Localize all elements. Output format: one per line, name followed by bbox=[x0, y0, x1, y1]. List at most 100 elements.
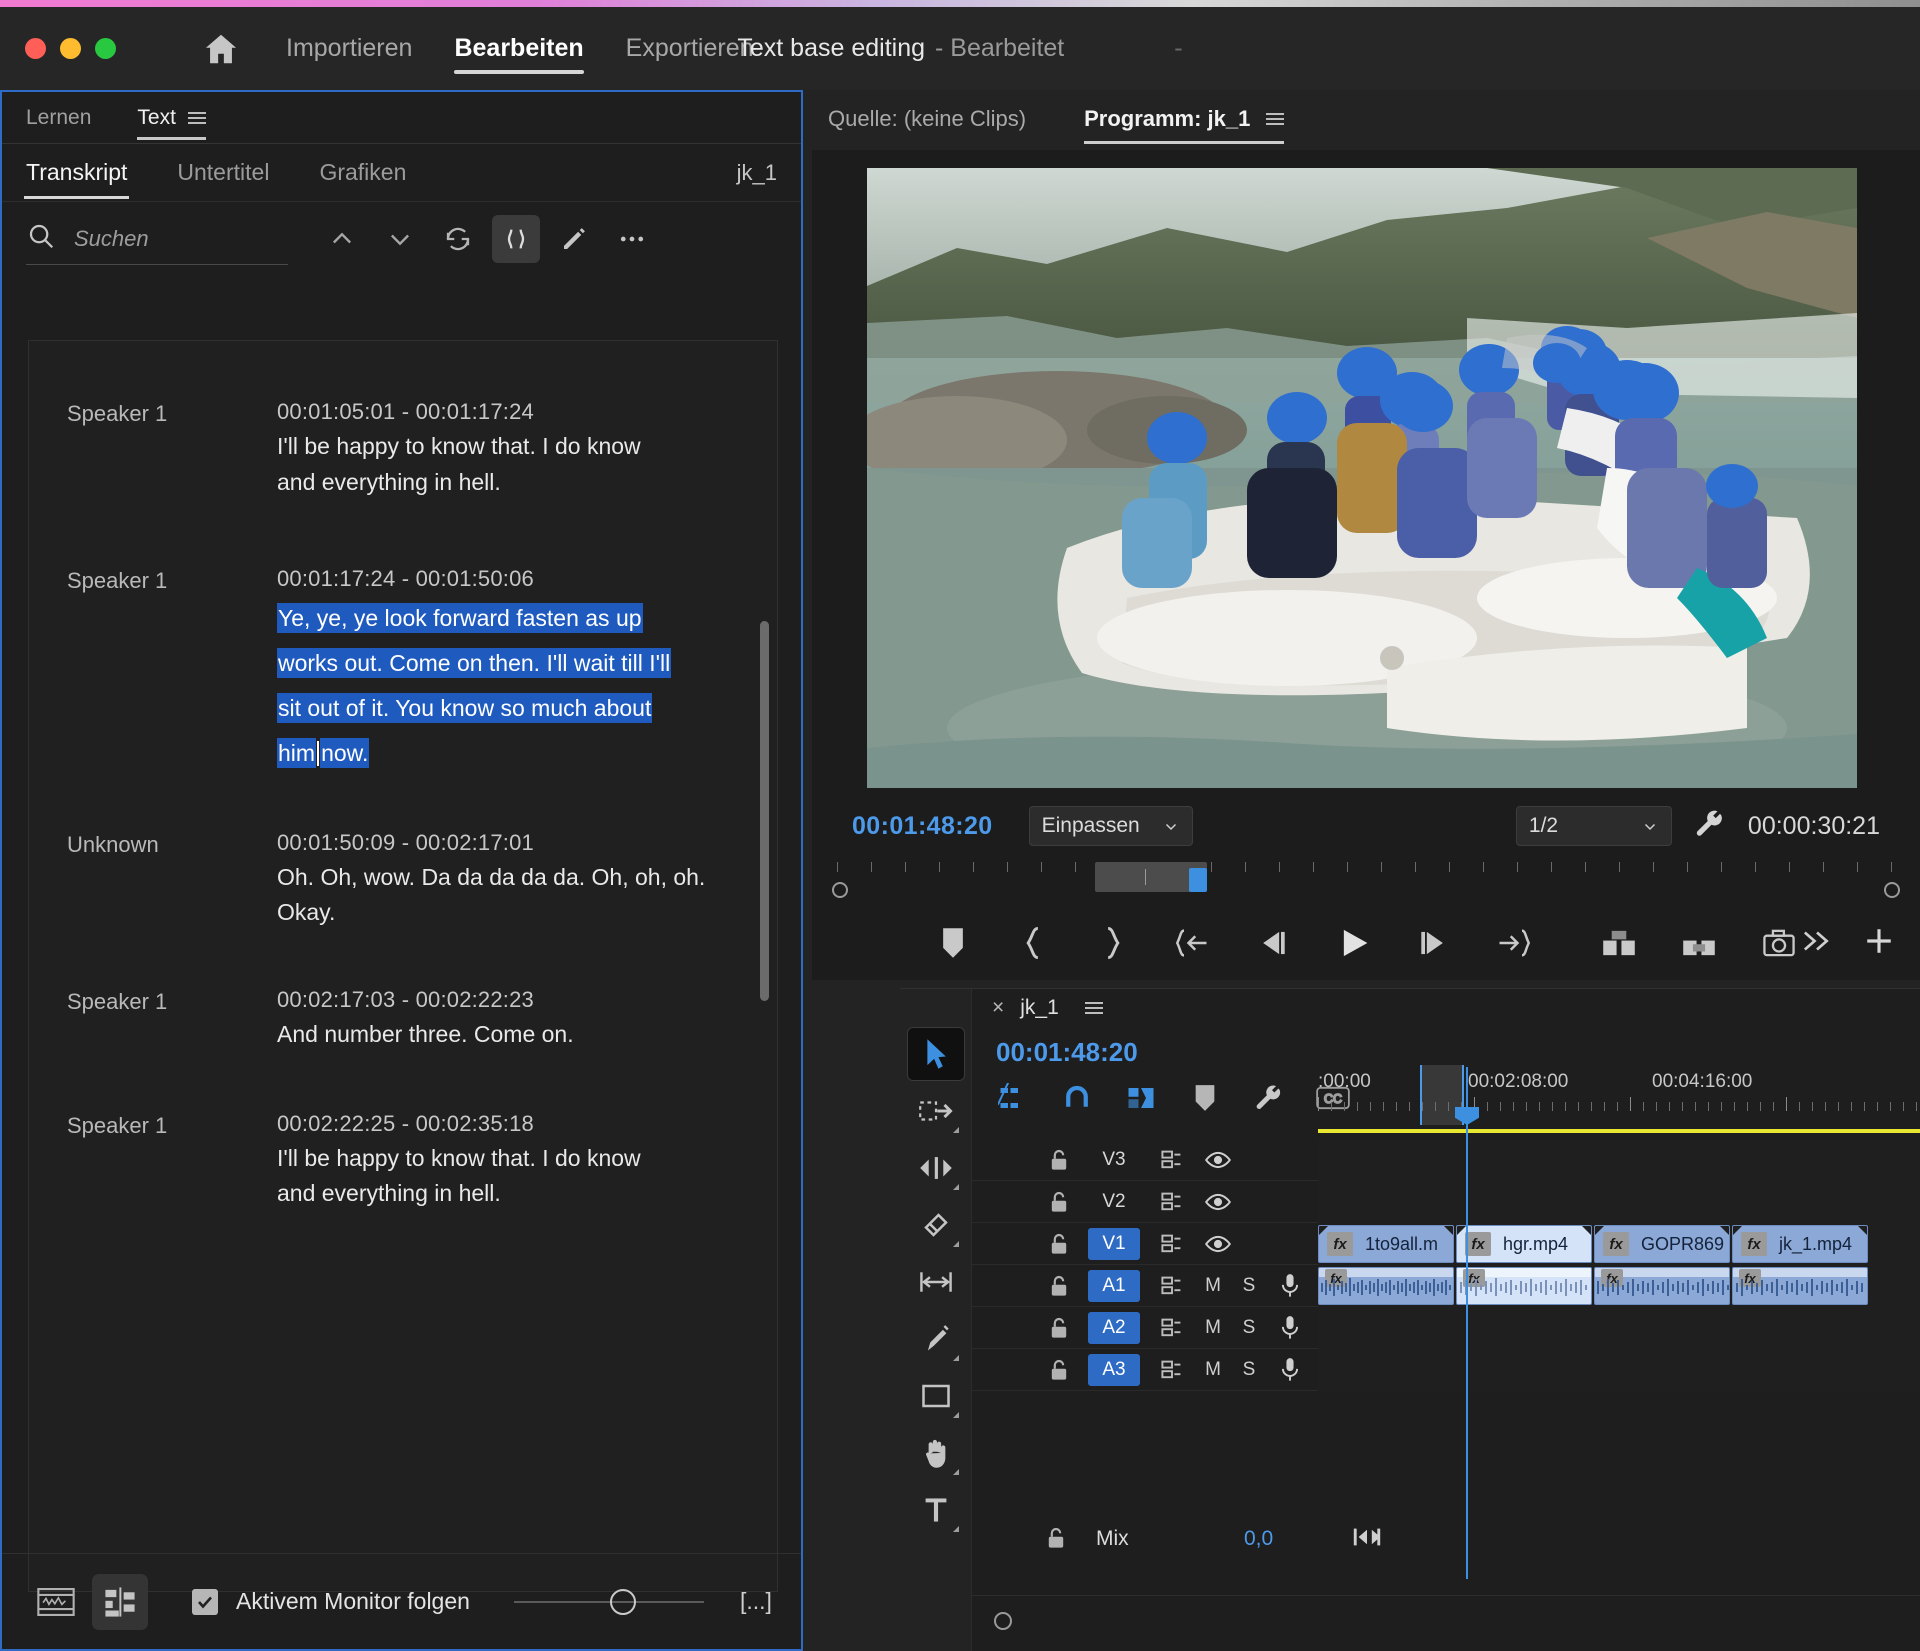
track-visibility-eye-icon[interactable] bbox=[1204, 1150, 1232, 1170]
lock-icon[interactable] bbox=[1046, 1274, 1072, 1298]
transcript-zoom-slider[interactable] bbox=[513, 1588, 704, 1615]
tool-flyout-corner[interactable] bbox=[952, 1127, 959, 1133]
lock-icon[interactable] bbox=[1046, 1190, 1072, 1214]
track-row-a2[interactable]: A2 M S bbox=[972, 1307, 1920, 1349]
monitor-menu-hamburger-icon[interactable] bbox=[1266, 113, 1285, 125]
track-lane-a2[interactable] bbox=[1318, 1307, 1920, 1349]
solo-track-button[interactable]: S bbox=[1240, 1317, 1258, 1339]
mark-in-icon[interactable] bbox=[1011, 921, 1055, 965]
tab-programm[interactable]: Programm: jk_1 bbox=[1084, 92, 1285, 146]
program-monitor-ruler[interactable] bbox=[812, 854, 1920, 900]
go-to-in-icon[interactable] bbox=[1171, 921, 1215, 965]
follow-active-monitor-checkbox[interactable] bbox=[192, 1588, 218, 1615]
transcript-view-icon[interactable] bbox=[28, 1574, 84, 1630]
transcript-text[interactable]: I'll be happy to know that. I do know an… bbox=[277, 1141, 681, 1212]
track-lane-a1[interactable]: fx fx fx fx bbox=[1318, 1265, 1920, 1307]
lock-icon[interactable] bbox=[1046, 1358, 1072, 1382]
pen-tool-icon[interactable] bbox=[907, 1312, 965, 1366]
lock-icon[interactable] bbox=[1046, 1316, 1072, 1340]
plus-icon[interactable] bbox=[1862, 924, 1896, 963]
track-row-a1[interactable]: A1 M S fx fx fx fx bbox=[972, 1265, 1920, 1307]
transcript-block[interactable]: Unknown 00:01:50:09 - 00:02:17:01 Oh. Oh… bbox=[29, 830, 777, 931]
timeline-audio-clip-selected[interactable]: fx bbox=[1456, 1267, 1592, 1305]
chevron-down-icon[interactable] bbox=[376, 215, 424, 263]
tool-flyout-corner[interactable] bbox=[952, 1469, 959, 1475]
tab-transkript[interactable]: Transkript bbox=[23, 144, 130, 202]
track-row-a3[interactable]: A3 M S bbox=[972, 1349, 1920, 1391]
maximize-window-button[interactable] bbox=[95, 38, 116, 59]
mon-ruler-right-marker[interactable] bbox=[1884, 882, 1900, 898]
slider-knob[interactable] bbox=[609, 1588, 636, 1615]
rectangle-tool-icon[interactable] bbox=[907, 1369, 965, 1423]
track-visibility-eye-icon[interactable] bbox=[1204, 1234, 1232, 1254]
timeline-audio-clip[interactable]: fx bbox=[1732, 1267, 1868, 1305]
transcript-block-selected[interactable]: Speaker 1 00:01:17:24 - 00:01:50:06 Ye, … bbox=[29, 566, 777, 775]
track-row-v3[interactable]: V3 bbox=[972, 1139, 1920, 1181]
play-icon[interactable] bbox=[1331, 921, 1375, 965]
timeline-clip[interactable]: fx 1to9all.m bbox=[1318, 1225, 1454, 1263]
go-to-out-icon[interactable] bbox=[1491, 921, 1535, 965]
nav-tab-bearbeiten[interactable]: Bearbeiten bbox=[454, 7, 584, 90]
pause-gaps-icon[interactable] bbox=[492, 215, 540, 263]
tab-quelle[interactable]: Quelle: (keine Clips) bbox=[828, 92, 1026, 146]
pencil-icon[interactable] bbox=[550, 215, 598, 263]
mix-meter-icon[interactable] bbox=[1352, 1525, 1382, 1554]
timeline-menu-hamburger-icon[interactable] bbox=[1084, 1002, 1103, 1014]
rate-stretch-tool-icon[interactable] bbox=[907, 1255, 965, 1309]
track-name-v3[interactable]: V3 bbox=[1088, 1144, 1140, 1176]
close-window-button[interactable] bbox=[25, 38, 46, 59]
transcript-block[interactable]: Speaker 1 00:01:05:01 - 00:01:17:24 I'll… bbox=[29, 399, 777, 500]
sync-lock-icon[interactable] bbox=[1158, 1232, 1186, 1256]
tool-flyout-corner[interactable] bbox=[952, 1526, 959, 1532]
mix-value[interactable]: 0,0 bbox=[1244, 1527, 1273, 1551]
solo-track-button[interactable]: S bbox=[1240, 1359, 1258, 1381]
transcript-text[interactable]: I'll be happy to know that. I do know an… bbox=[277, 429, 681, 500]
tool-flyout-corner[interactable] bbox=[952, 1355, 959, 1361]
program-playhead-timecode[interactable]: 00:01:48:20 bbox=[852, 812, 993, 841]
chevrons-right-icon[interactable] bbox=[1800, 927, 1834, 960]
playback-resolution-select[interactable]: 1/2 bbox=[1515, 806, 1672, 846]
panel-tab-lernen[interactable]: Lernen bbox=[26, 92, 91, 144]
ripple-edit-tool-icon[interactable] bbox=[907, 1141, 965, 1195]
track-row-v2[interactable]: V2 bbox=[972, 1181, 1920, 1223]
transcript-scrollbar[interactable] bbox=[760, 621, 769, 1001]
linked-selection-icon[interactable] bbox=[1124, 1081, 1158, 1115]
extract-icon[interactable] bbox=[1677, 921, 1721, 965]
transcript-text[interactable]: Oh. Oh, wow. Da da da da da. Oh, oh, oh.… bbox=[277, 860, 707, 931]
add-marker-icon[interactable] bbox=[931, 921, 975, 965]
track-select-forward-tool-icon[interactable] bbox=[907, 1084, 965, 1138]
program-monitor-video-frame[interactable] bbox=[867, 168, 1857, 788]
more-menu-button[interactable]: [...] bbox=[740, 1588, 772, 1615]
mark-out-icon[interactable] bbox=[1091, 921, 1135, 965]
transcript-block[interactable]: Speaker 1 00:02:22:25 - 00:02:35:18 I'll… bbox=[29, 1111, 777, 1212]
solo-track-button[interactable]: S bbox=[1240, 1275, 1258, 1297]
wrench-icon[interactable] bbox=[1694, 808, 1726, 845]
sync-lock-icon[interactable] bbox=[1158, 1148, 1186, 1172]
minimize-window-button[interactable] bbox=[60, 38, 81, 59]
track-name-v1[interactable]: V1 bbox=[1088, 1228, 1140, 1260]
selection-tool-icon[interactable] bbox=[906, 1027, 965, 1081]
track-name-a2[interactable]: A2 bbox=[1088, 1312, 1140, 1344]
panel-menu-hamburger-icon[interactable] bbox=[187, 111, 206, 124]
voice-over-mic-icon[interactable] bbox=[1276, 1315, 1304, 1341]
sync-lock-icon[interactable] bbox=[1158, 1358, 1186, 1382]
step-back-icon[interactable] bbox=[1251, 921, 1295, 965]
mute-track-button[interactable]: M bbox=[1204, 1275, 1222, 1297]
transcript-list[interactable]: Speaker 1 00:01:05:01 - 00:01:17:24 I'll… bbox=[28, 340, 778, 1592]
transcript-text[interactable]: And number three. Come on. bbox=[277, 1017, 707, 1053]
fit-zoom-select[interactable]: Einpassen bbox=[1028, 806, 1193, 846]
snap-magnet-icon[interactable] bbox=[1060, 1081, 1094, 1115]
refresh-icon[interactable] bbox=[434, 215, 482, 263]
lock-icon[interactable] bbox=[1046, 1148, 1072, 1172]
timeline-zoom-handle[interactable] bbox=[994, 1612, 1012, 1630]
lock-icon[interactable] bbox=[1046, 1526, 1066, 1555]
mute-track-button[interactable]: M bbox=[1204, 1359, 1222, 1381]
mon-ruler-left-marker[interactable] bbox=[832, 882, 848, 898]
insert-overwrite-icon[interactable] bbox=[996, 1081, 1030, 1115]
tool-flyout-corner[interactable] bbox=[952, 1241, 959, 1247]
track-row-v1[interactable]: V1 fx 1to9all.m fx hgr.mp4 fx GOPR869 fx… bbox=[972, 1223, 1920, 1265]
nav-tab-importieren[interactable]: Importieren bbox=[286, 7, 412, 90]
tab-untertitel[interactable]: Untertitel bbox=[177, 144, 269, 202]
program-playhead-handle[interactable] bbox=[1189, 868, 1207, 892]
track-name-a1[interactable]: A1 bbox=[1088, 1270, 1140, 1302]
